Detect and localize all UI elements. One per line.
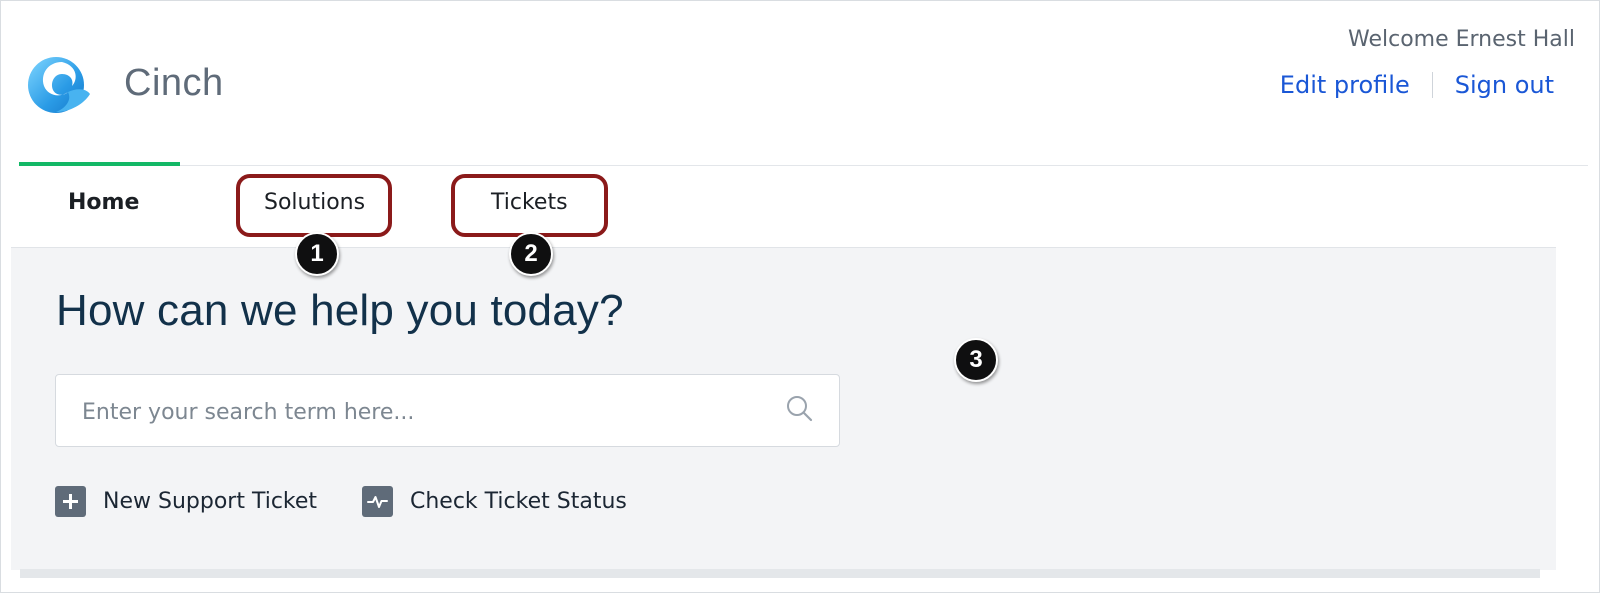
callout-box-solutions bbox=[236, 174, 392, 237]
check-ticket-status-link[interactable]: Check Ticket Status bbox=[362, 486, 627, 517]
sign-out-link[interactable]: Sign out bbox=[1455, 71, 1554, 99]
pulse-icon bbox=[362, 486, 393, 517]
user-links: Edit profile Sign out bbox=[1280, 71, 1554, 99]
search-box bbox=[55, 374, 840, 447]
tab-home[interactable]: Home bbox=[68, 190, 139, 215]
callout-box-tickets bbox=[451, 174, 608, 237]
search-icon[interactable] bbox=[784, 393, 816, 425]
search-input[interactable] bbox=[80, 391, 764, 433]
callout-badge-2: 2 bbox=[509, 232, 553, 276]
callout-badge-3: 3 bbox=[954, 338, 998, 382]
check-ticket-status-label: Check Ticket Status bbox=[410, 489, 627, 514]
brand-name: Cinch bbox=[124, 62, 224, 104]
plus-icon bbox=[55, 486, 86, 517]
wave-logo-icon[interactable] bbox=[26, 52, 92, 116]
welcome-message: Welcome Ernest Hall bbox=[1348, 27, 1575, 52]
page-heading: How can we help you today? bbox=[56, 286, 624, 335]
nav-divider bbox=[19, 165, 1588, 166]
panel-bottom-edge bbox=[20, 569, 1540, 578]
callout-badge-1: 1 bbox=[295, 232, 339, 276]
link-divider bbox=[1431, 72, 1433, 98]
nav-active-indicator bbox=[19, 162, 180, 166]
edit-profile-link[interactable]: Edit profile bbox=[1280, 71, 1410, 99]
new-support-ticket-link[interactable]: New Support Ticket bbox=[55, 486, 317, 517]
new-support-ticket-label: New Support Ticket bbox=[103, 489, 318, 514]
